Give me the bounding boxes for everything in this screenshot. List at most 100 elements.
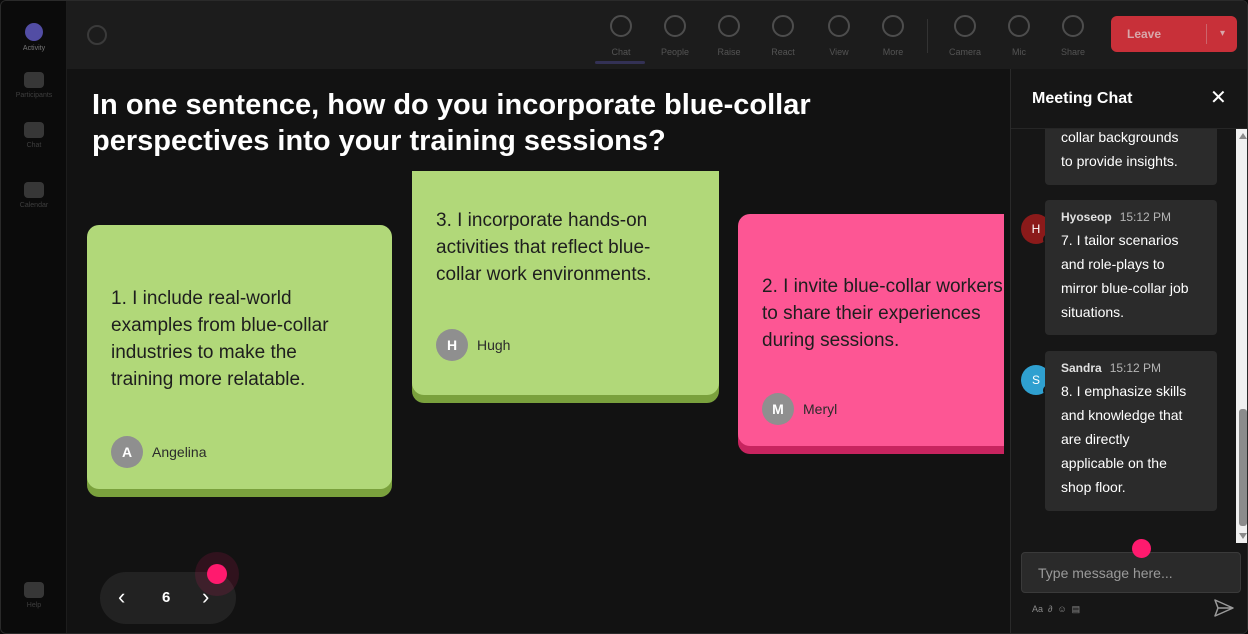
card-text: 1. I include real-world examples from bl… (111, 288, 329, 390)
top-toolbar: Chat People Raise React View More Camera (67, 1, 1247, 69)
people-icon (664, 15, 686, 37)
pointer-indicator (1132, 539, 1151, 558)
toolbar-more-button[interactable]: More (867, 11, 919, 61)
left-rail: Activity Participants Chat Calendar Help (1, 1, 67, 633)
toolbar-button-label: Share (1060, 47, 1086, 57)
camera-icon (954, 15, 976, 37)
meeting-chat-panel: Meeting Chat ✕ collar backgrounds to pro… (1010, 69, 1247, 633)
toolbar-button-label: People (660, 47, 690, 57)
more-icon (882, 15, 904, 37)
rail-item-label: Chat (26, 141, 42, 149)
answer-card[interactable]: 3. I incorporate hands-on activities tha… (412, 171, 719, 395)
card-text: 2. I invite blue-collar workers to share… (762, 276, 1003, 351)
chat-header: Meeting Chat ✕ (1011, 69, 1247, 129)
scroll-down-icon[interactable] (1239, 533, 1247, 539)
toolbar-button-label: Raise (717, 47, 741, 57)
chat-message: Hyoseop 15:12 PM 7. I tailor scenarios an… (1045, 200, 1217, 335)
chat-title: Meeting Chat (1032, 90, 1133, 107)
toolbar-button-label: Mic (1012, 47, 1026, 57)
message-time: 15:12 PM (1119, 210, 1172, 224)
rail-item-label: Participants (15, 91, 53, 99)
toolbar-share-button[interactable]: Share (1047, 11, 1099, 61)
toolbar-mic-button[interactable]: Mic (993, 11, 1045, 61)
author-name: Hugh (477, 337, 511, 353)
cards-area: 1. I include real-world examples from bl… (67, 171, 1004, 511)
avatar: A (111, 436, 143, 468)
toolbar-raise-button[interactable]: Raise (703, 11, 755, 61)
leave-label: Leave (1127, 27, 1162, 41)
rail-item-calendar[interactable]: Calendar (1, 171, 67, 219)
chat-icon (24, 121, 44, 138)
participants-icon (24, 71, 44, 88)
close-icon[interactable]: ✕ (1210, 88, 1227, 108)
toolbar-view-button[interactable]: View (813, 11, 865, 61)
rail-item-label: Calendar (19, 201, 49, 209)
scroll-thumb[interactable] (1239, 409, 1247, 526)
meeting-window: Activity Participants Chat Calendar Help… (0, 0, 1248, 634)
rail-item-activity[interactable]: Activity (1, 13, 67, 61)
raise-hand-icon (718, 15, 740, 37)
avatar: H (436, 329, 468, 361)
toolbar-people-button[interactable]: People (649, 11, 701, 61)
format-toolbar: Aa ∂ ☺ ▤ (1032, 604, 1080, 615)
question-title: In one sentence, how do you incorporate … (92, 89, 811, 157)
chevron-right-icon[interactable]: › (202, 586, 209, 608)
send-icon[interactable] (1214, 599, 1234, 617)
shield-icon (87, 25, 107, 45)
card-author: H Hugh (436, 329, 510, 361)
toolbar-chat-button[interactable]: Chat (595, 11, 647, 64)
rail-item-label: Help (26, 601, 42, 609)
share-icon (1062, 15, 1084, 37)
avatar-initial: S (1031, 373, 1040, 387)
card-author: A Angelina (111, 436, 207, 468)
rail-item-chat[interactable]: Chat (1, 111, 67, 159)
gif-icon[interactable]: ▤ (1072, 604, 1081, 615)
sender-name: Sandra (1061, 361, 1102, 375)
toolbar-button-label: Camera (948, 47, 981, 57)
toolbar-divider (927, 19, 928, 53)
scroll-up-icon[interactable] (1239, 133, 1247, 139)
answer-card[interactable]: 1. I include real-world examples from bl… (87, 225, 392, 489)
chevron-left-icon[interactable]: ‹ (118, 586, 125, 608)
avatar: M (762, 393, 794, 425)
answer-card[interactable]: 2. I invite blue-collar workers to share… (738, 214, 1004, 446)
card-author: M Meryl (762, 393, 837, 425)
toolbar-button-label: More (882, 47, 904, 57)
message-header: Hyoseop 15:12 PM (1061, 210, 1171, 224)
message-time: 15:12 PM (1109, 361, 1162, 375)
leave-button[interactable]: Leave ▾ (1111, 16, 1237, 52)
avatar-initial: H (1031, 222, 1041, 236)
toolbar-button-label: React (771, 47, 795, 57)
chat-scrollbar[interactable] (1236, 129, 1247, 543)
chat-message: Sandra 15:12 PM 8. I emphasize skills and… (1045, 351, 1217, 511)
author-name: Meryl (803, 401, 838, 417)
page-number: 6 (162, 589, 171, 606)
chevron-down-icon[interactable]: ▾ (1220, 28, 1225, 39)
message-text: collar backgrounds to provide insights. (1061, 129, 1179, 169)
emoji-icon[interactable]: ☺ (1057, 604, 1066, 615)
mic-icon (1008, 15, 1030, 37)
toolbar-react-button[interactable]: React (757, 11, 809, 61)
chat-icon (610, 15, 632, 37)
sender-name: Hyoseop (1061, 210, 1112, 224)
card-text: 3. I incorporate hands-on activities tha… (436, 210, 652, 285)
author-name: Angelina (152, 444, 207, 460)
message-input[interactable] (1021, 552, 1241, 593)
react-icon (772, 15, 794, 37)
help-icon (24, 581, 44, 598)
calendar-icon (24, 181, 44, 198)
rail-item-help[interactable]: Help (1, 571, 67, 619)
chat-message: collar backgrounds to provide insights. (1045, 129, 1217, 185)
format-icon[interactable]: Aa (1032, 604, 1043, 615)
rail-item-participants[interactable]: Participants (1, 61, 67, 109)
activity-icon (25, 22, 43, 41)
toolbar-camera-button[interactable]: Camera (939, 11, 991, 61)
chat-messages[interactable]: collar backgrounds to provide insights. … (1011, 129, 1236, 543)
view-icon (828, 15, 850, 37)
toolbar-button-label: View (829, 47, 849, 57)
toolbar-button-label: Chat (611, 47, 631, 57)
message-text: 8. I emphasize skills and knowledge that… (1061, 383, 1187, 495)
pointer-indicator (207, 564, 227, 584)
attach-icon[interactable]: ∂ (1048, 604, 1052, 615)
message-text: 7. I tailor scenarios and role-plays to … (1061, 232, 1189, 320)
